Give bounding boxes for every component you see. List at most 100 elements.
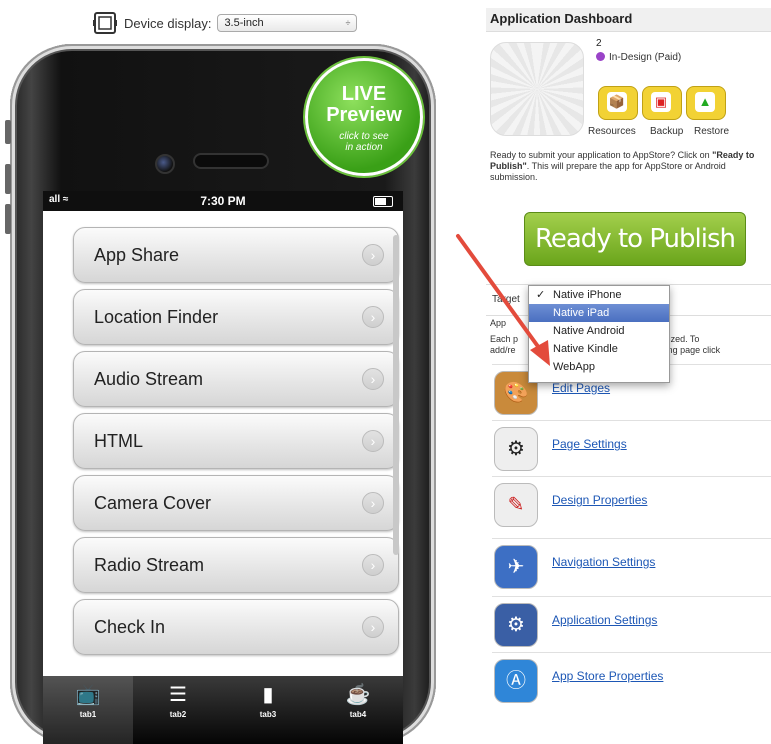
resources-button[interactable]: 📦 xyxy=(598,86,638,120)
target-option-native-iphone[interactable]: ✓ Native iPhone xyxy=(529,286,669,304)
gear-icon: ⚙ xyxy=(494,427,538,471)
each-text-1: Each p xyxy=(490,334,519,344)
menu-item-label: Radio Stream xyxy=(94,554,205,575)
chevron-right-icon: › xyxy=(362,244,384,266)
chevron-right-icon: › xyxy=(362,306,384,328)
app-number: 2 xyxy=(596,38,602,49)
resources-label: Resources xyxy=(588,126,636,137)
tab-label: tab1 xyxy=(79,710,97,719)
restore-label: Restore xyxy=(694,126,730,137)
live-badge-line1: LIVE xyxy=(341,83,387,105)
option-label: WebApp xyxy=(553,361,595,373)
css-icon: ✎ xyxy=(494,483,538,527)
chevron-right-icon: › xyxy=(362,616,384,638)
select-arrow-icon: ÷ xyxy=(345,18,351,28)
chevron-right-icon: › xyxy=(362,368,384,390)
menu-item-location-finder[interactable]: Location Finder › xyxy=(73,289,399,345)
device-size-value: 3.5-inch xyxy=(224,17,264,29)
device-display-label: Device display: xyxy=(124,15,212,31)
live-preview-badge[interactable]: LIVE Preview click to see in action xyxy=(305,58,423,176)
target-label: Target xyxy=(492,294,520,305)
application-settings-row: ⚙ Application Settings xyxy=(492,596,771,649)
menu-item-check-in[interactable]: Check In › xyxy=(73,599,399,655)
live-badge-caption: click to see in action xyxy=(308,131,420,153)
each-text-3: add/re xyxy=(490,345,516,355)
compass-icon: ✈ xyxy=(494,545,538,589)
ready-text-1: Ready to submit your application to AppS… xyxy=(490,150,710,160)
phone-screen: all ≈ 7:30 PM App Share › Location Finde… xyxy=(43,191,403,744)
menu-item-html[interactable]: HTML › xyxy=(73,413,399,469)
device-size-select[interactable]: 3.5-inch ÷ xyxy=(217,14,358,32)
option-label: Native Kindle xyxy=(553,343,618,355)
chevron-right-icon: › xyxy=(362,430,384,452)
menu-item-label: Audio Stream xyxy=(94,368,204,389)
tab-2[interactable]: ☰ tab2 xyxy=(133,676,223,744)
option-label: Native iPad xyxy=(553,307,610,319)
menu-item-radio-stream[interactable]: Radio Stream › xyxy=(73,537,399,593)
tab-bar: 📺 tab1 ☰ tab2 ▮ tab3 ☕ tab4 xyxy=(43,676,403,744)
tab-label: tab3 xyxy=(259,710,277,719)
live-badge-caption-2: in action xyxy=(345,142,383,153)
backup-label: Backup xyxy=(650,126,684,137)
menu-item-label: Check In xyxy=(94,616,166,637)
menu-item-app-share[interactable]: App Share › xyxy=(73,227,399,283)
app-status: In-Design (Paid) xyxy=(596,52,681,63)
device-display-bar: Device display: 3.5-inch ÷ xyxy=(92,8,358,38)
navigation-settings-link[interactable]: Navigation Settings xyxy=(552,555,655,569)
ready-to-publish-button[interactable]: Ready to Publish xyxy=(524,212,746,266)
battery-icon xyxy=(373,196,393,207)
gears-icon: ⚙ xyxy=(494,603,538,647)
chevron-right-icon: › xyxy=(362,492,384,514)
status-dot-icon xyxy=(596,52,605,61)
menu-item-camera-cover[interactable]: Camera Cover › xyxy=(73,475,399,531)
appstore-icon: Ⓐ xyxy=(494,659,538,703)
option-label: Native Android xyxy=(553,325,625,337)
app-status-text: In-Design (Paid) xyxy=(609,52,682,63)
tab-4[interactable]: ☕ tab4 xyxy=(313,676,403,744)
panel-title: Application Dashboard xyxy=(486,8,771,32)
menu-item-label: App Share xyxy=(94,244,180,265)
menu-scrollbar[interactable] xyxy=(393,235,399,555)
live-badge-line2: Preview xyxy=(326,104,402,126)
menu-item-label: Camera Cover xyxy=(94,492,212,513)
menu-item-audio-stream[interactable]: Audio Stream › xyxy=(73,351,399,407)
restore-icon: ▲ xyxy=(695,92,715,112)
tab-label: tab2 xyxy=(169,710,187,719)
design-properties-link[interactable]: Design Properties xyxy=(552,493,647,507)
navigation-settings-row: ✈ Navigation Settings xyxy=(492,538,771,591)
target-option-native-ipad[interactable]: Native iPad xyxy=(529,304,669,322)
menu-item-label: Location Finder xyxy=(94,306,219,327)
book-icon: ▮ xyxy=(262,684,274,706)
backup-button[interactable]: ▣ xyxy=(642,86,682,120)
target-dropdown-menu[interactable]: ✓ Native iPhone Native iPad Native Andro… xyxy=(528,285,670,383)
menu-item-label: HTML xyxy=(94,430,143,451)
ready-instructions: Ready to submit your application to AppS… xyxy=(490,150,771,183)
front-camera xyxy=(155,154,175,174)
target-option-native-android[interactable]: Native Android xyxy=(529,322,669,340)
app-store-properties-row: Ⓐ App Store Properties xyxy=(492,652,771,705)
tab-3[interactable]: ▮ tab3 xyxy=(223,676,313,744)
restore-button[interactable]: ▲ xyxy=(686,86,726,120)
app-store-properties-link[interactable]: App Store Properties xyxy=(552,669,663,683)
app-icon-thumbnail[interactable] xyxy=(490,42,584,136)
device-icon xyxy=(93,12,117,34)
option-label: Native iPhone xyxy=(553,289,622,301)
application-settings-link[interactable]: Application Settings xyxy=(552,613,657,627)
target-option-webapp[interactable]: WebApp xyxy=(529,358,669,376)
edit-pages-link[interactable]: Edit Pages xyxy=(552,381,610,395)
list-icon: ☰ xyxy=(169,684,187,706)
status-bar: all ≈ 7:30 PM xyxy=(43,191,403,211)
mute-switch xyxy=(5,120,11,144)
design-properties-row: ✎ Design Properties xyxy=(492,476,771,529)
tv-icon: 📺 xyxy=(75,684,101,706)
earpiece-speaker xyxy=(195,155,267,167)
app-row-label: App xyxy=(490,318,507,328)
target-option-native-kindle[interactable]: Native Kindle xyxy=(529,340,669,358)
status-time: 7:30 PM xyxy=(200,194,246,208)
page-settings-link[interactable]: Page Settings xyxy=(552,437,627,451)
box-icon: 📦 xyxy=(607,92,627,112)
backup-icon: ▣ xyxy=(651,92,671,112)
tab-1[interactable]: 📺 tab1 xyxy=(43,676,133,744)
chevron-right-icon: › xyxy=(362,554,384,576)
menu-list: App Share › Location Finder › Audio Stre… xyxy=(43,211,403,671)
